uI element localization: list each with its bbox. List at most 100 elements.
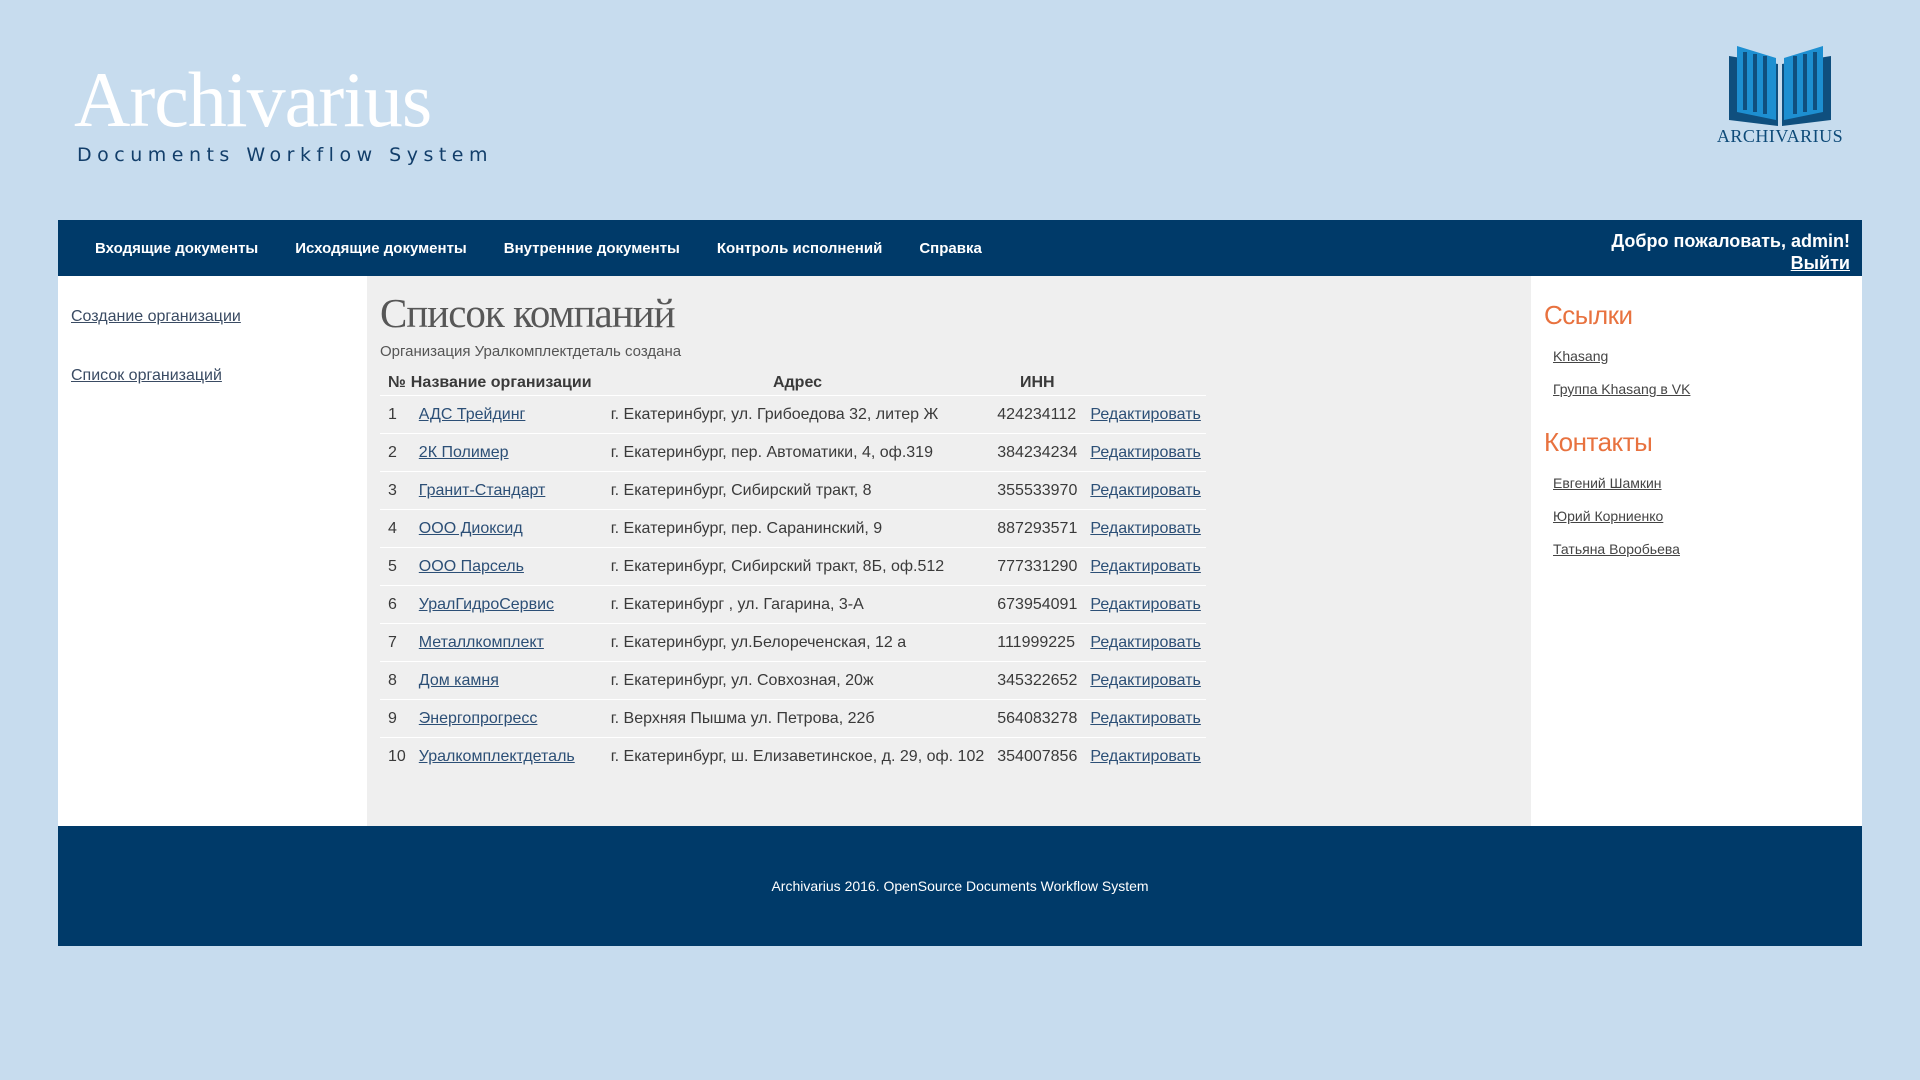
company-name-link[interactable]: 2К Полимер <box>419 444 509 461</box>
table-cell: 3 <box>380 471 411 510</box>
left-sidebar: Создание организации Список организаций <box>58 276 367 826</box>
nav-internal-documents[interactable]: Внутренние документы <box>504 240 680 257</box>
table-cell: Редактировать <box>1082 395 1206 434</box>
nav-help[interactable]: Справка <box>919 240 981 257</box>
table-cell: Редактировать <box>1082 699 1206 738</box>
right-sidebar: Ссылки Khasang Группа Khasang в VK Конта… <box>1531 276 1862 826</box>
company-inn: 345322652 <box>997 671 1078 689</box>
logout-link[interactable]: Выйти <box>1791 253 1850 273</box>
edit-link[interactable]: Редактировать <box>1090 596 1201 613</box>
table-row: 9 Энергопрогресс г. Верхняя Пышма ул. Петр… <box>380 699 1206 738</box>
logo-text: ARCHIVARIUS <box>1716 126 1844 146</box>
nav-incoming-documents[interactable]: Входящие документы <box>95 240 258 257</box>
table-cell: 10 <box>380 737 411 775</box>
table-cell: г. Екатеринбург, ш. Елизаветинское, д. 2… <box>602 737 990 775</box>
table-cell: 354007856 <box>989 737 1083 775</box>
company-name-link[interactable]: ООО Парсель <box>419 558 524 575</box>
contact-link[interactable]: Юрий Корниенко <box>1553 508 1862 524</box>
user-welcome: Добро пожаловать, admin! Выйти <box>1611 230 1850 274</box>
nav-outgoing-documents[interactable]: Исходящие документы <box>295 240 467 257</box>
company-name-link[interactable]: Уралкомплектдеталь <box>419 748 575 765</box>
table-cell: Гранит-Стандарт <box>410 471 603 510</box>
row-number: 7 <box>388 633 397 651</box>
logo: ARCHIVARIUS <box>1710 42 1850 147</box>
content-area: Создание организации Список организаций … <box>58 276 1862 826</box>
table-cell: ООО Диоксид <box>410 509 603 548</box>
table-cell: 5 <box>380 547 411 586</box>
edit-link[interactable]: Редактировать <box>1090 558 1201 575</box>
nav-execution-control[interactable]: Контроль исполнений <box>717 240 882 257</box>
company-name-link[interactable]: АДС Трейдинг <box>419 406 526 423</box>
edit-link[interactable]: Редактировать <box>1090 634 1201 651</box>
table-row: 4 ООО Диоксид г. Екатеринбург, пер. Сарани… <box>380 509 1206 548</box>
company-name-link[interactable]: УралГидроСервис <box>419 596 554 613</box>
table-cell: 7 <box>380 623 411 662</box>
table-cell: 2К Полимер <box>410 433 603 472</box>
contact-link[interactable]: Татьяна Воробьева <box>1553 541 1862 557</box>
footer-text: Archivarius 2016. OpenSource Documents W… <box>771 878 1149 894</box>
company-address: г. Екатеринбург, Сибирский тракт, 8Б, оф… <box>610 557 945 575</box>
contacts-heading: Контакты <box>1544 427 1653 457</box>
company-inn: 887293571 <box>997 519 1078 537</box>
table-cell: г. Екатеринбург, Сибирский тракт, 8 <box>602 471 990 510</box>
page-title: Список компаний <box>380 290 676 336</box>
company-inn: 673954091 <box>997 595 1078 613</box>
column-header-name: Название организации <box>410 374 592 391</box>
organization-list-link[interactable]: Список организаций <box>71 367 367 385</box>
edit-link[interactable]: Редактировать <box>1090 406 1201 423</box>
edit-link[interactable]: Редактировать <box>1090 520 1201 537</box>
table-cell: 777331290 <box>989 547 1083 586</box>
page-wrapper: Входящие документы Исходящие документы В… <box>58 220 1862 946</box>
table-cell: Редактировать <box>1082 661 1206 700</box>
company-name-link[interactable]: Гранит-Стандарт <box>419 482 546 499</box>
footer: Archivarius 2016. OpenSource Documents W… <box>58 826 1862 946</box>
company-name-link[interactable]: Энергопрогресс <box>419 710 538 727</box>
table-row: 7 Металлкомплект г. Екатеринбург, ул.Белор… <box>380 623 1206 662</box>
contact-link[interactable]: Евгений Шамкин <box>1553 475 1862 491</box>
main-content: Список компаний Организация Уралкомплект… <box>367 276 1531 826</box>
company-inn: 384234234 <box>997 443 1078 461</box>
table-cell: г. Екатеринбург, Сибирский тракт, 8Б, оф… <box>602 547 990 586</box>
edit-link[interactable]: Редактировать <box>1090 672 1201 689</box>
row-number: 5 <box>388 557 397 575</box>
row-number: 2 <box>388 443 397 461</box>
create-organization-link[interactable]: Создание организации <box>71 308 367 326</box>
edit-link[interactable]: Редактировать <box>1090 748 1201 765</box>
table-cell: 9 <box>380 699 411 738</box>
table-cell: Редактировать <box>1082 737 1206 775</box>
link-khasang[interactable]: Khasang <box>1553 348 1862 364</box>
company-name-link[interactable]: Металлкомплект <box>419 634 544 651</box>
company-inn: 354007856 <box>997 747 1078 765</box>
table-cell: Уралкомплектдеталь <box>410 737 603 775</box>
table-cell: г. Екатеринбург, ул. Грибоедова 32, лите… <box>602 395 990 434</box>
table-cell: 1 <box>380 395 411 434</box>
edit-link[interactable]: Редактировать <box>1090 444 1201 461</box>
table-cell: Редактировать <box>1082 623 1206 662</box>
table-cell: 111999225 <box>989 623 1083 662</box>
table-cell: 2 <box>380 433 411 472</box>
company-address: г. Екатеринбург, ул. Совхозная, 20ж <box>610 671 874 689</box>
table-cell: 345322652 <box>989 661 1083 700</box>
table-cell: 384234234 <box>989 433 1083 472</box>
link-khasang-vk[interactable]: Группа Khasang в VK <box>1553 381 1862 397</box>
table-cell: 4 <box>380 509 411 548</box>
company-address: г. Екатеринбург, ш. Елизаветинское, д. 2… <box>610 747 985 765</box>
company-address: г. Екатеринбург, ул. Грибоедова 32, лите… <box>610 405 939 423</box>
table-row: 2 2К Полимер г. Екатеринбург, пер. Автомат… <box>380 433 1206 472</box>
nav-menu: Входящие документы Исходящие документы В… <box>95 220 1019 276</box>
company-address: г. Екатеринбург, ул.Белореченская, 12 а <box>610 633 907 651</box>
column-header-inn: ИНН <box>1019 374 1055 391</box>
table-cell: УралГидроСервис <box>410 585 603 624</box>
row-number: 1 <box>388 405 397 423</box>
company-name-link[interactable]: ООО Диоксид <box>419 520 523 537</box>
table-cell: Редактировать <box>1082 471 1206 510</box>
company-name-link[interactable]: Дом камня <box>419 672 499 689</box>
edit-link[interactable]: Редактировать <box>1090 710 1201 727</box>
table-cell: Дом камня <box>410 661 603 700</box>
row-number: 6 <box>388 595 397 613</box>
table-cell: г. Екатеринбург , ул. Гагарина, 3-А <box>602 585 990 624</box>
company-address: г. Екатеринбург , ул. Гагарина, 3-А <box>610 595 864 613</box>
companies-table: № Название организации Адрес ИНН 1 АДС Тр… <box>380 370 1206 775</box>
edit-link[interactable]: Редактировать <box>1090 482 1201 499</box>
brand: Archivarius Documents Workflow System <box>74 56 493 166</box>
